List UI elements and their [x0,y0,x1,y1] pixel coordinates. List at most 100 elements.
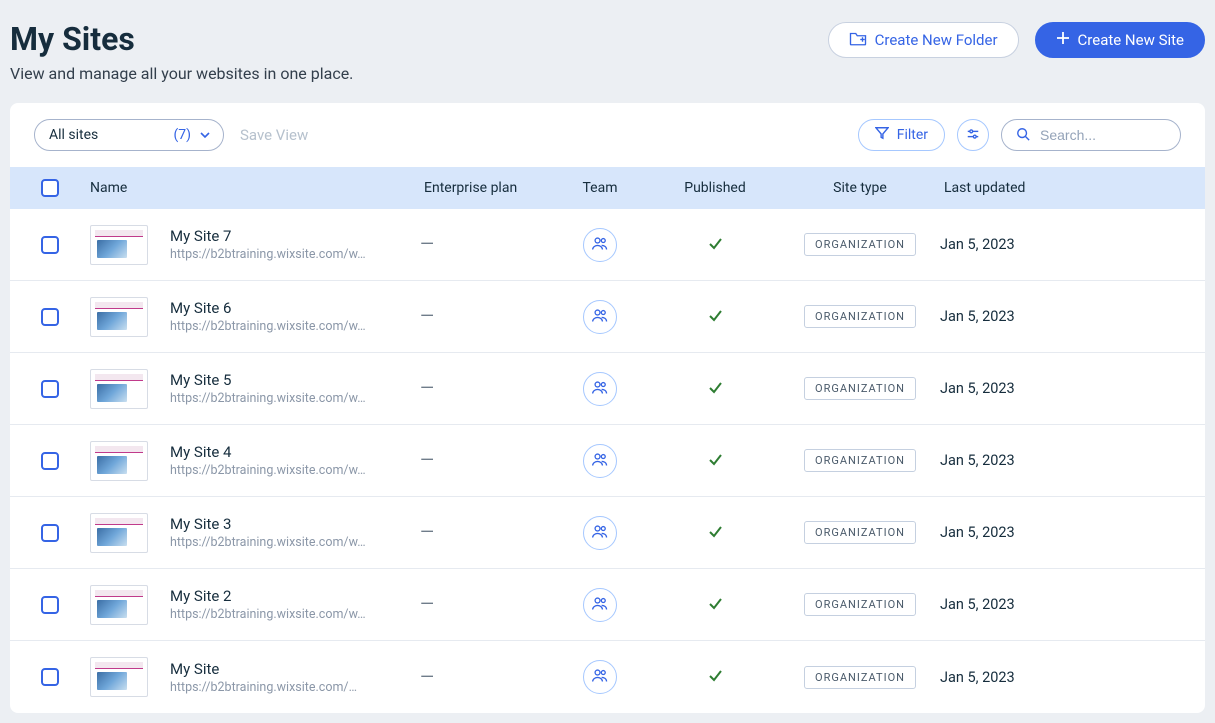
site-title[interactable]: My Site 6 [170,299,366,317]
site-title[interactable]: My Site 2 [170,587,366,605]
published-status [650,379,780,399]
col-header-plan[interactable]: Enterprise plan [420,180,550,196]
col-header-published[interactable]: Published [650,180,780,196]
check-icon [707,595,723,615]
site-url[interactable]: https://b2btraining.wixsite.com/… [170,680,357,695]
site-thumbnail[interactable] [90,297,148,337]
row-checkbox[interactable] [41,596,59,614]
site-url[interactable]: https://b2btraining.wixsite.com/w… [170,319,366,334]
site-thumbnail[interactable] [90,441,148,481]
toolbar: All sites (7) Save View Filter [10,103,1205,167]
last-updated-value: Jan 5, 2023 [940,380,1140,397]
site-type-badge: ORGANIZATION [804,593,916,616]
team-button[interactable] [583,300,617,334]
folder-add-icon [849,30,867,50]
site-title[interactable]: My Site [170,660,357,678]
filter-label: Filter [897,127,928,143]
team-button[interactable] [583,372,617,406]
site-type-badge: ORGANIZATION [804,305,916,328]
col-header-site-type[interactable]: Site type [780,180,940,196]
site-url[interactable]: https://b2btraining.wixsite.com/w… [170,247,366,262]
site-thumbnail[interactable] [90,513,148,553]
site-thumbnail[interactable] [90,369,148,409]
row-checkbox[interactable] [41,236,59,254]
search-input[interactable] [1038,126,1158,144]
site-title[interactable]: My Site 3 [170,515,366,533]
table-row[interactable]: My Site 4 https://b2btraining.wixsite.com… [10,425,1205,497]
row-checkbox[interactable] [41,668,59,686]
site-title[interactable]: My Site 7 [170,227,366,245]
site-type-badge: ORGANIZATION [804,233,916,256]
team-button[interactable] [583,588,617,622]
last-updated-value: Jan 5, 2023 [940,236,1140,253]
create-new-folder-label: Create New Folder [875,31,998,49]
enterprise-plan-value: — [420,667,550,688]
row-checkbox[interactable] [41,452,59,470]
check-icon [707,379,723,399]
site-url[interactable]: https://b2btraining.wixsite.com/w… [170,607,366,622]
filter-icon [875,126,889,144]
table-row[interactable]: My Site https://b2btraining.wixsite.com/…… [10,641,1205,713]
create-new-site-button[interactable]: Create New Site [1035,22,1205,58]
team-button[interactable] [583,228,617,262]
table-row[interactable]: My Site 7 https://b2btraining.wixsite.com… [10,209,1205,281]
site-thumbnail[interactable] [90,657,148,697]
col-header-team[interactable]: Team [550,180,650,196]
page-title: My Sites [10,20,353,58]
enterprise-plan-value: — [420,522,550,543]
check-icon [707,667,723,687]
row-checkbox[interactable] [41,524,59,542]
check-icon [707,523,723,543]
table-body: My Site 7 https://b2btraining.wixsite.com… [10,209,1205,713]
site-url[interactable]: https://b2btraining.wixsite.com/w… [170,463,366,478]
check-icon [707,307,723,327]
col-header-name[interactable]: Name [90,180,420,196]
team-icon [591,307,609,327]
search-icon [1016,126,1030,145]
table-row[interactable]: My Site 6 https://b2btraining.wixsite.com… [10,281,1205,353]
enterprise-plan-value: — [420,306,550,327]
published-status [650,523,780,543]
enterprise-plan-value: — [420,378,550,399]
sites-filter-dropdown[interactable]: All sites (7) [34,119,224,151]
plus-icon [1056,31,1070,49]
team-button[interactable] [583,516,617,550]
table-row[interactable]: My Site 3 https://b2btraining.wixsite.com… [10,497,1205,569]
site-title[interactable]: My Site 4 [170,443,366,461]
site-url[interactable]: https://b2btraining.wixsite.com/w… [170,391,366,406]
col-header-last-updated[interactable]: Last updated [940,180,1140,196]
row-checkbox[interactable] [41,380,59,398]
sliders-icon [966,126,980,145]
site-type-badge: ORGANIZATION [804,449,916,472]
table-row[interactable]: My Site 2 https://b2btraining.wixsite.com… [10,569,1205,641]
page-subtitle: View and manage all your websites in one… [10,64,353,83]
create-new-site-label: Create New Site [1078,31,1184,49]
team-icon [591,667,609,687]
create-new-folder-button[interactable]: Create New Folder [828,22,1019,58]
team-icon [591,523,609,543]
site-thumbnail[interactable] [90,225,148,265]
filter-button[interactable]: Filter [858,119,945,151]
last-updated-value: Jan 5, 2023 [940,596,1140,613]
team-button[interactable] [583,660,617,694]
team-icon [591,379,609,399]
select-all-checkbox[interactable] [41,179,59,197]
enterprise-plan-value: — [420,450,550,471]
last-updated-value: Jan 5, 2023 [940,524,1140,541]
site-thumbnail[interactable] [90,585,148,625]
team-button[interactable] [583,444,617,478]
published-status [650,307,780,327]
settings-sliders-button[interactable] [957,119,989,151]
search-field[interactable] [1001,119,1181,151]
save-view-button[interactable]: Save View [240,126,308,144]
check-icon [707,235,723,255]
enterprise-plan-value: — [420,594,550,615]
site-url[interactable]: https://b2btraining.wixsite.com/w… [170,535,366,550]
site-title[interactable]: My Site 5 [170,371,366,389]
published-status [650,235,780,255]
table-row[interactable]: My Site 5 https://b2btraining.wixsite.com… [10,353,1205,425]
row-checkbox[interactable] [41,308,59,326]
page-header: My Sites View and manage all your websit… [10,10,1205,93]
published-status [650,451,780,471]
site-type-badge: ORGANIZATION [804,377,916,400]
